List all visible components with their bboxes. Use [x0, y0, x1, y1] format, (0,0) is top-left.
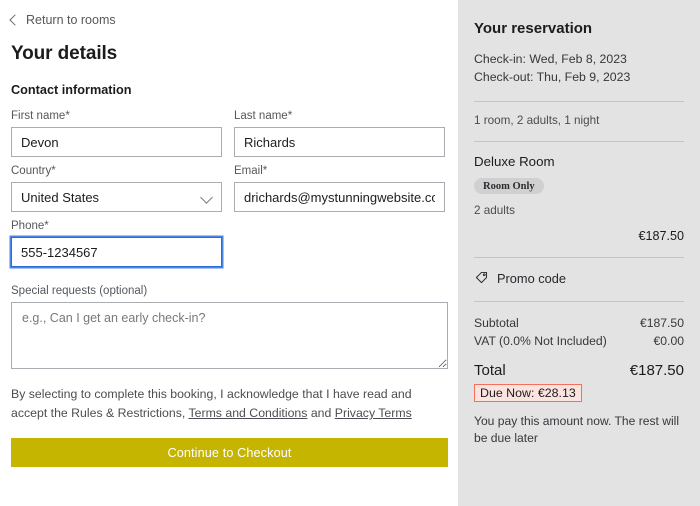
chevron-left-icon [9, 14, 21, 26]
room-name: Deluxe Room [474, 153, 555, 169]
booking-details-page: Return to rooms Your details Contact inf… [0, 0, 700, 506]
reservation-summary-panel: Your reservation Check-in: Wed, Feb 8, 2… [458, 0, 700, 506]
last-name-input[interactable] [234, 127, 445, 157]
special-requests-textarea[interactable] [11, 302, 448, 369]
payment-note: You pay this amount now. The rest will b… [474, 413, 680, 446]
email-field-group: Email* [234, 165, 445, 212]
total-value: €187.50 [629, 361, 684, 379]
email-label-text: Email [234, 165, 263, 177]
country-label-text: Country [11, 165, 52, 177]
required-marker: * [287, 110, 293, 122]
contact-fields-grid: First name* Last name* Country* [8, 110, 445, 275]
room-block: Deluxe Room Room Only 2 adults €187.50 [474, 153, 684, 244]
check-in-date: Check-in: Wed, Feb 8, 2023 [474, 52, 627, 66]
terms-acknowledgement: By selecting to complete this booking, I… [11, 385, 449, 423]
required-marker: * [44, 220, 49, 232]
total-row: Total €187.50 [474, 362, 684, 380]
reservation-summary-line: 1 room, 2 adults, 1 night [474, 113, 600, 127]
return-to-rooms-label: Return to rooms [26, 13, 116, 27]
country-select-wrapper [11, 182, 222, 212]
promo-code-label: Promo code [497, 271, 566, 287]
due-now-badge: Due Now: €28.13 [474, 383, 582, 402]
country-field-group: Country* [11, 165, 222, 212]
first-name-label-text: First name [11, 110, 66, 122]
required-marker: * [51, 165, 56, 177]
vat-label: VAT (0.0% Not Included) [474, 334, 607, 349]
divider [474, 140, 684, 142]
contact-information-heading: Contact information [11, 83, 132, 97]
details-form-column: Return to rooms Your details Contact inf… [0, 0, 458, 506]
subtotal-value: €187.50 [639, 316, 684, 331]
return-to-rooms-link[interactable]: Return to rooms [9, 13, 116, 27]
last-name-label: Last name* [234, 110, 445, 122]
phone-input[interactable] [11, 237, 222, 267]
required-marker: * [262, 165, 268, 177]
last-name-label-text: Last name [234, 110, 288, 122]
phone-field-group: Phone* [11, 220, 222, 267]
email-label: Email* [234, 165, 445, 177]
page-title: Your details [11, 43, 118, 64]
subtotal-label: Subtotal [474, 316, 519, 331]
first-name-field-group: First name* [11, 110, 222, 157]
email-input[interactable] [234, 182, 445, 212]
divider [474, 257, 684, 259]
continue-to-checkout-button[interactable]: Continue to Checkout [11, 438, 448, 468]
room-guests: 2 adults [474, 204, 515, 218]
terms-text-middle: and [307, 406, 335, 421]
vat-row: VAT (0.0% Not Included) €0.00 [474, 332, 684, 350]
total-label: Total [474, 361, 506, 379]
room-price: €187.50 [638, 229, 684, 244]
phone-label: Phone* [11, 220, 222, 232]
vat-value: €0.00 [653, 334, 685, 349]
country-select[interactable] [11, 182, 222, 212]
reservation-panel-title: Your reservation [474, 20, 593, 37]
special-requests-label: Special requests (optional) [11, 285, 148, 297]
country-label: Country* [11, 165, 222, 177]
room-board-badge: Room Only [474, 178, 544, 195]
first-name-input[interactable] [11, 127, 222, 157]
check-out-date: Check-out: Thu, Feb 9, 2023 [474, 69, 631, 84]
tag-icon [475, 270, 489, 287]
divider [474, 301, 684, 303]
subtotal-row: Subtotal €187.50 [474, 314, 684, 332]
privacy-terms-link[interactable]: Privacy Terms [335, 406, 412, 420]
required-marker: * [65, 110, 70, 122]
divider [474, 100, 684, 102]
promo-code-button[interactable]: Promo code [475, 270, 566, 287]
phone-label-text: Phone [11, 220, 45, 232]
last-name-field-group: Last name* [234, 110, 445, 157]
terms-and-conditions-link[interactable]: Terms and Conditions [188, 406, 307, 420]
first-name-label: First name* [11, 110, 222, 122]
